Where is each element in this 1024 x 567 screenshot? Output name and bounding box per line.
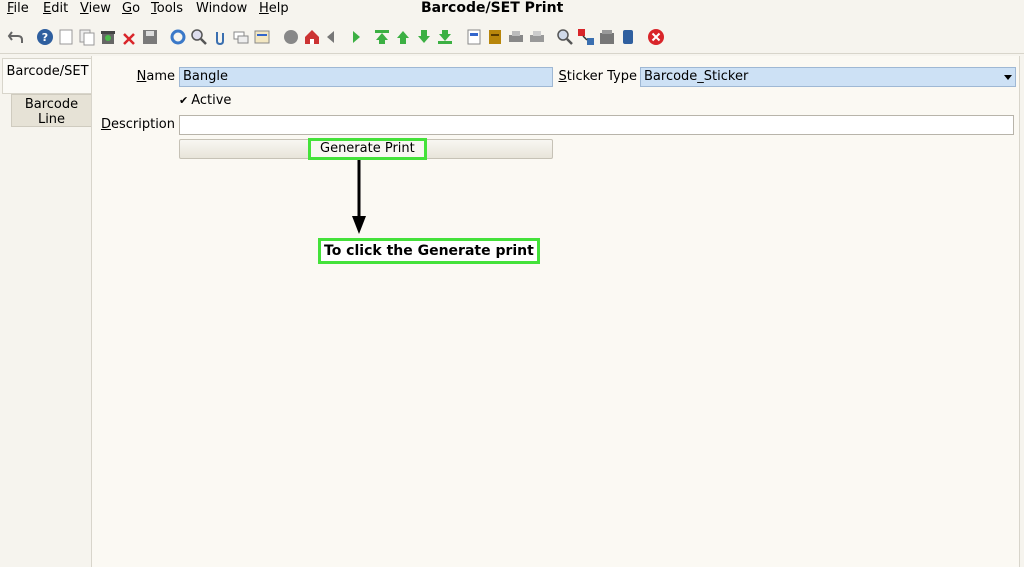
active-checkbox[interactable]: ✔ Active (179, 93, 231, 108)
name-field[interactable]: Bangle (179, 67, 553, 87)
check-icon[interactable]: ✔ (179, 94, 188, 107)
workflow-icon[interactable] (577, 28, 595, 46)
annotation-callout: To click the Generate print (318, 238, 540, 264)
description-field[interactable] (179, 115, 1014, 135)
detail-icon[interactable] (465, 28, 483, 46)
menu-edit[interactable]: Edit (43, 1, 68, 16)
tab-barcode-set[interactable]: Barcode/SET (2, 58, 92, 94)
refresh-icon[interactable] (169, 28, 187, 46)
forward-icon[interactable] (345, 28, 363, 46)
first-icon[interactable] (373, 28, 391, 46)
report-icon[interactable] (282, 28, 300, 46)
end-icon[interactable] (619, 28, 637, 46)
menu-tools[interactable]: Tools (151, 1, 183, 16)
tab-barcode-line-label-1: Barcode (24, 97, 79, 112)
home-icon[interactable] (303, 28, 321, 46)
new-icon[interactable] (57, 28, 75, 46)
tab-strip: Barcode/SET Barcode Line (0, 56, 92, 567)
chat-icon[interactable] (232, 28, 250, 46)
sticker-type-label: Sticker Type (558, 69, 637, 84)
tab-barcode-set-label: Barcode/SET (6, 64, 89, 79)
menu-window[interactable]: Window (196, 1, 247, 16)
delete-icon[interactable] (99, 28, 117, 46)
menu-view[interactable]: View (80, 1, 111, 16)
menu-file[interactable]: File (7, 1, 29, 16)
menu-bar: File Edit View Go Tools Window Help Barc… (0, 0, 1024, 18)
undo-icon[interactable] (7, 28, 25, 46)
svg-text:?: ? (42, 31, 48, 44)
menu-help[interactable]: Help (259, 1, 289, 16)
product-info-icon[interactable] (598, 28, 616, 46)
save-icon[interactable] (141, 28, 159, 46)
back-icon[interactable] (324, 28, 342, 46)
help-icon[interactable]: ? (36, 28, 54, 46)
active-label: Active (191, 93, 232, 108)
print-icon[interactable] (507, 28, 525, 46)
next-icon[interactable] (415, 28, 433, 46)
last-icon[interactable] (436, 28, 454, 46)
zoom-across-icon[interactable] (556, 28, 574, 46)
generate-print-button[interactable]: Generate Print (308, 138, 427, 160)
previous-icon[interactable] (394, 28, 412, 46)
toolbar: ? (0, 22, 1024, 54)
delete-selection-icon[interactable] (120, 28, 138, 46)
description-label: Description (100, 117, 175, 132)
attachment-icon[interactable] (211, 28, 229, 46)
find-icon[interactable] (190, 28, 208, 46)
menu-go[interactable]: Go (122, 1, 140, 16)
tab-barcode-line-label-2: Line (37, 112, 66, 127)
chevron-down-icon[interactable] (1004, 75, 1012, 80)
name-label: Name (136, 69, 175, 84)
close-icon[interactable] (647, 28, 665, 46)
archive-icon[interactable] (486, 28, 504, 46)
copy-icon[interactable] (78, 28, 96, 46)
window-title: Barcode/SET Print (421, 0, 564, 16)
history-icon[interactable] (253, 28, 271, 46)
print-preview-icon[interactable] (528, 28, 546, 46)
tab-barcode-line[interactable]: Barcode Line (11, 94, 91, 127)
sticker-type-select[interactable]: Barcode_Sticker (640, 67, 1016, 87)
arrow-down-icon (352, 160, 366, 234)
